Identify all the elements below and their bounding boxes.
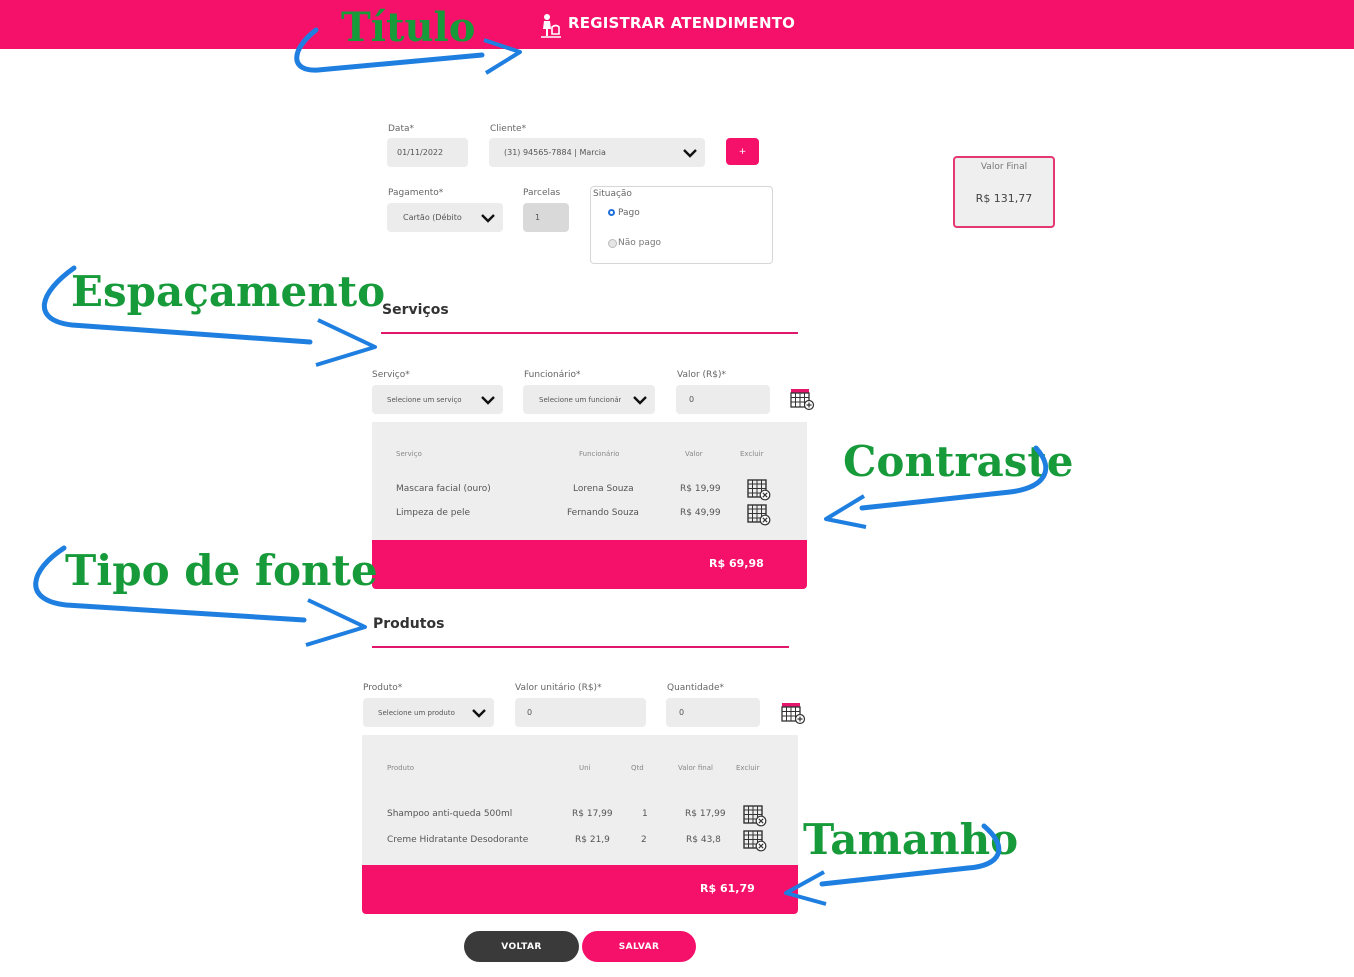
table-cell: Shampoo anti-queda 500ml xyxy=(387,809,513,819)
cliente-label: Cliente* xyxy=(490,124,527,134)
table-cell: R$ 43,8 xyxy=(686,835,721,845)
chevron-down-icon xyxy=(481,395,495,405)
table-cell: Limpeza de pele xyxy=(396,508,471,518)
chevron-down-icon xyxy=(472,708,486,718)
servicos-title: Serviços xyxy=(382,302,449,318)
table-cell: R$ 49,99 xyxy=(680,508,721,518)
servico-placeholder: Selecione um serviço xyxy=(387,395,462,404)
produto-label: Produto* xyxy=(363,683,403,693)
produtos-total-bar: R$ 61,79 xyxy=(362,865,798,914)
delete-row-icon[interactable] xyxy=(747,504,771,526)
table-header: Valor xyxy=(685,450,703,458)
servicos-total: R$ 69,98 xyxy=(709,557,764,570)
table-cell: Creme Hidratante Desodorante xyxy=(387,835,529,845)
add-table-icon[interactable] xyxy=(790,388,815,411)
delete-row-icon[interactable] xyxy=(743,805,767,827)
annotation-espacamento: Espaçamento xyxy=(71,267,386,316)
table-cell: Lorena Souza xyxy=(573,484,634,494)
table-header: Qtd xyxy=(631,764,644,772)
salvar-button[interactable]: SALVAR xyxy=(582,931,696,962)
table-header: Serviço xyxy=(396,450,422,458)
produto-placeholder: Selecione um produto xyxy=(378,708,455,717)
delete-row-icon[interactable] xyxy=(747,479,771,501)
produtos-total: R$ 61,79 xyxy=(700,882,755,895)
valor-input[interactable]: 0 xyxy=(676,385,770,414)
parcelas-label: Parcelas xyxy=(523,188,561,198)
table-cell: 1 xyxy=(642,809,648,819)
servicos-table xyxy=(372,422,807,542)
produtos-table xyxy=(362,735,798,867)
radio-nao-pago-label: Não pago xyxy=(618,238,662,248)
funcionario-placeholder: Selecione um funcionário xyxy=(539,395,621,404)
annotation-tamanho: Tamanho xyxy=(803,815,1019,864)
table-cell: R$ 21,9 xyxy=(575,835,610,845)
cliente-select[interactable]: (31) 94565-7884 | Marcia xyxy=(489,138,705,167)
servicos-total-bar: R$ 69,98 xyxy=(372,540,807,589)
funcionario-label: Funcionário* xyxy=(524,370,581,380)
quantidade-input[interactable]: 0 xyxy=(666,698,760,727)
annotation-titulo: Título xyxy=(341,4,476,51)
pet-grooming-icon xyxy=(541,14,561,38)
add-client-button[interactable]: + xyxy=(726,138,759,165)
produtos-divider xyxy=(372,646,789,648)
produto-select[interactable]: Selecione um produto xyxy=(363,698,494,727)
table-header: Excluir xyxy=(740,450,764,458)
pagamento-label: Pagamento* xyxy=(388,188,444,198)
chevron-down-icon xyxy=(633,395,647,405)
radio-pago[interactable] xyxy=(608,209,615,216)
valor-final-label: Valor Final xyxy=(980,162,1028,172)
table-cell: Fernando Souza xyxy=(567,508,639,518)
funcionario-select[interactable]: Selecione um funcionário xyxy=(523,385,655,414)
data-label: Data* xyxy=(388,124,414,134)
voltar-button[interactable]: VOLTAR xyxy=(464,931,579,962)
valor-label: Valor (R$)* xyxy=(677,370,727,380)
servicos-divider xyxy=(381,332,798,334)
valor-unitario-input[interactable]: 0 xyxy=(515,698,646,727)
pagamento-select[interactable]: Cartão (Débito xyxy=(387,203,503,232)
parcelas-input[interactable]: 1 xyxy=(523,203,569,232)
situacao-label: Situação xyxy=(593,189,632,199)
table-header: Uni xyxy=(579,764,591,772)
annotation-tipo-de-fonte: Tipo de fonte xyxy=(65,546,378,595)
chevron-down-icon xyxy=(481,213,495,223)
table-cell: R$ 17,99 xyxy=(685,809,726,819)
valor-final-value: R$ 131,77 xyxy=(975,192,1033,205)
valor-final-box: Valor Final R$ 131,77 xyxy=(953,156,1055,228)
radio-nao-pago[interactable] xyxy=(608,239,617,248)
table-header: Funcionário xyxy=(579,450,620,458)
add-table-icon[interactable] xyxy=(781,702,806,725)
page-title: REGISTRAR ATENDIMENTO xyxy=(568,14,796,32)
servico-select[interactable]: Selecione um serviço xyxy=(372,385,503,414)
cliente-value: (31) 94565-7884 | Marcia xyxy=(504,148,606,157)
table-cell: 2 xyxy=(641,835,647,845)
annotation-arrow-tamanho xyxy=(784,823,1002,906)
table-cell: R$ 17,99 xyxy=(572,809,613,819)
table-header: Valor final xyxy=(678,764,713,772)
delete-row-icon[interactable] xyxy=(743,830,767,852)
valor-unitario-label: Valor unitário (R$)* xyxy=(515,683,602,693)
table-header: Produto xyxy=(387,764,415,772)
servico-label: Serviço* xyxy=(372,370,410,380)
situacao-group: Situação Pago Não pago xyxy=(590,186,773,264)
radio-pago-label: Pago xyxy=(618,208,640,218)
produtos-title: Produtos xyxy=(373,616,445,632)
pagamento-value: Cartão (Débito xyxy=(403,213,462,222)
quantidade-label: Quantidade* xyxy=(667,683,725,693)
table-cell: R$ 19,99 xyxy=(680,484,721,494)
table-header: Excluir xyxy=(736,764,760,772)
table-cell: Mascara facial (ouro) xyxy=(396,484,491,494)
chevron-down-icon xyxy=(683,148,697,158)
data-input[interactable]: 01/11/2022 xyxy=(387,138,468,167)
